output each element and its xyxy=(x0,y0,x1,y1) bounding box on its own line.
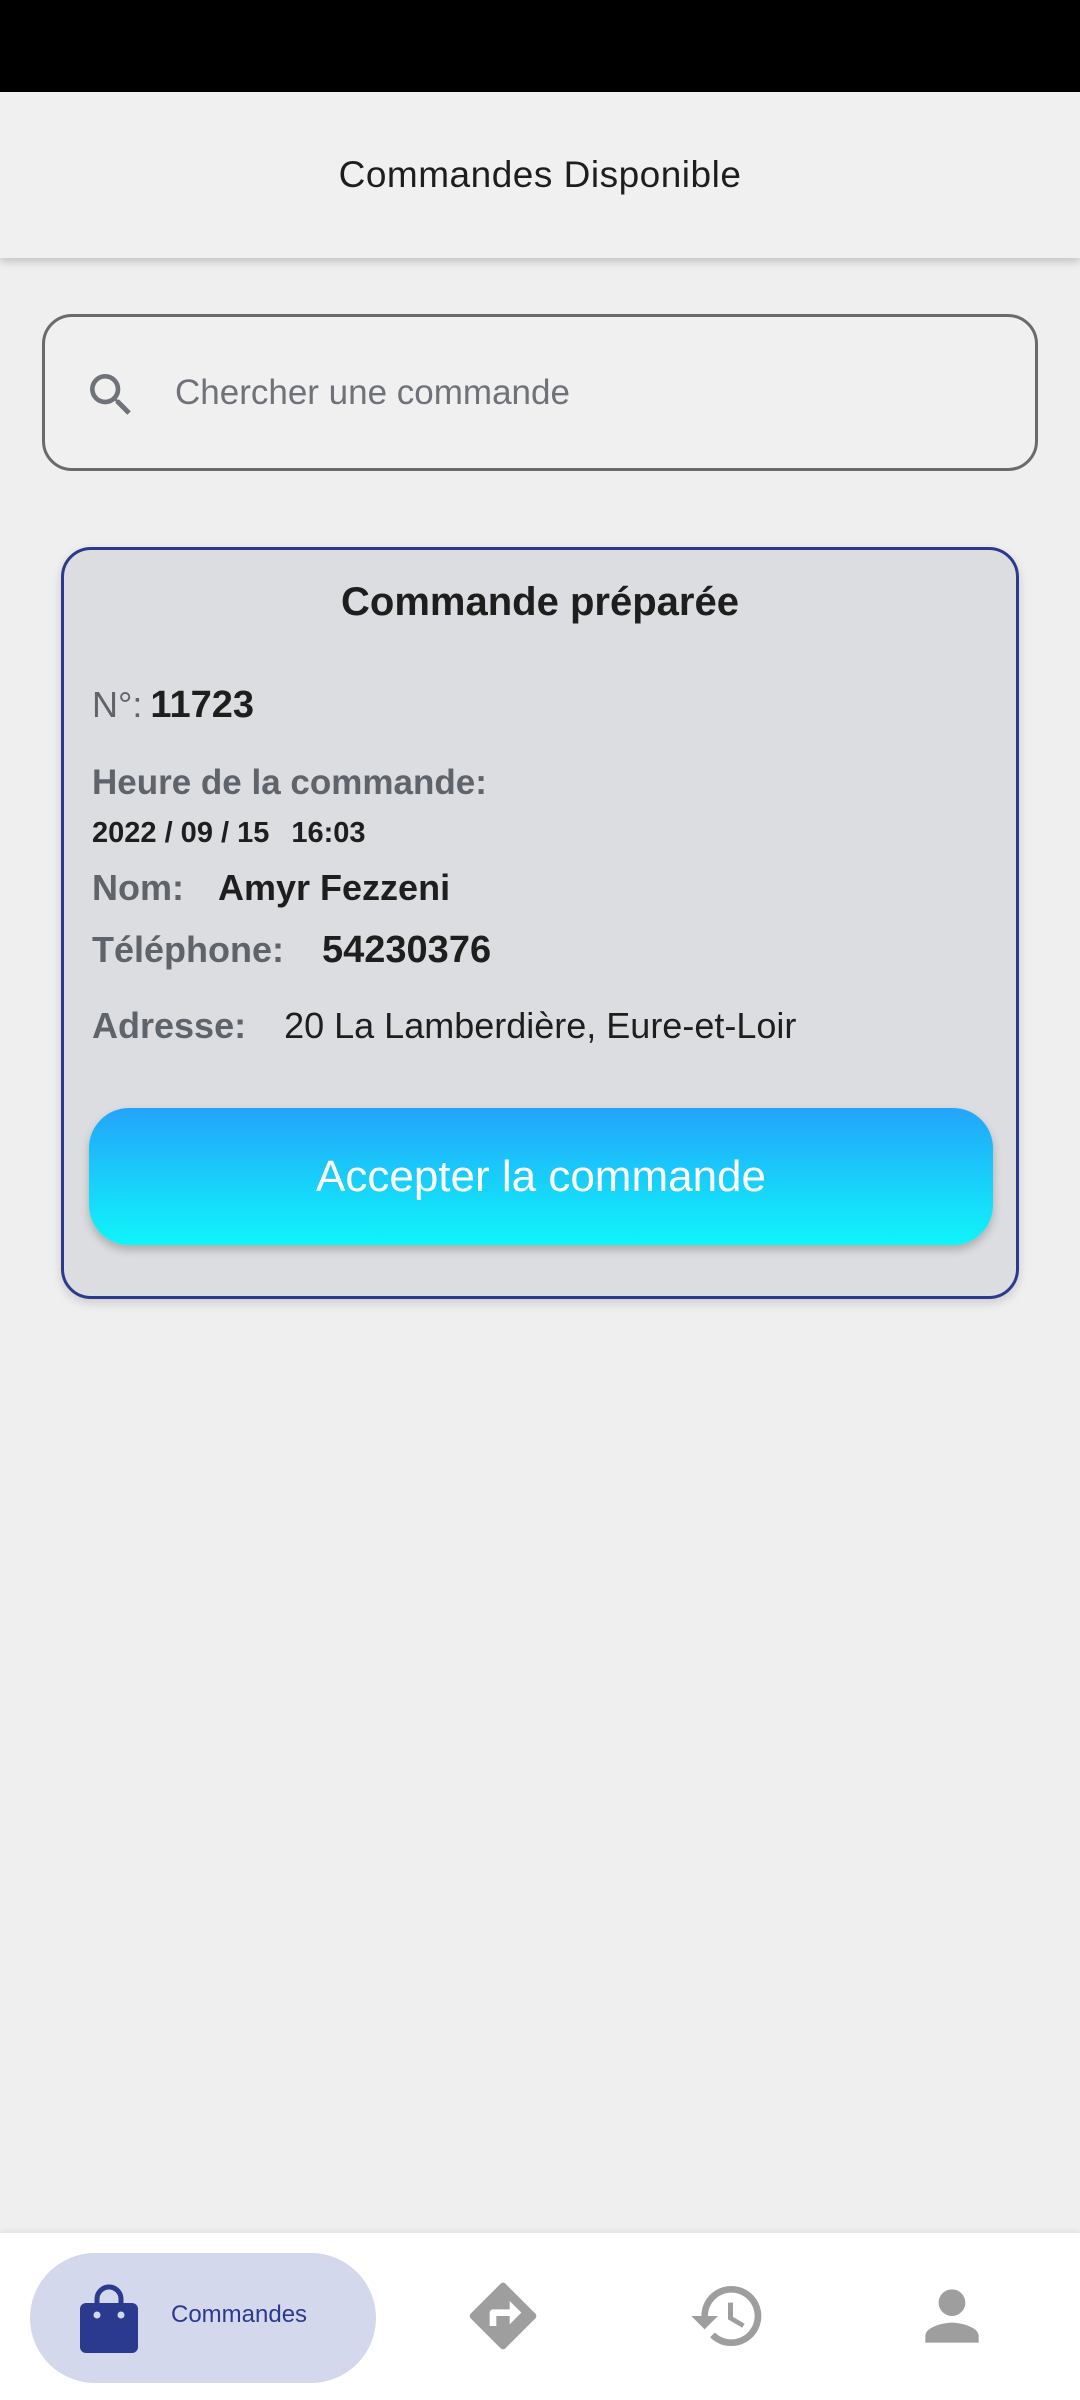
order-number-value: 11723 xyxy=(150,684,254,726)
customer-phone-label: Téléphone: xyxy=(92,929,285,970)
customer-address-row: Adresse: 20 La Lamberdière, Eure-et-Loir xyxy=(92,1005,796,1047)
accept-order-button[interactable]: Accepter la commande xyxy=(89,1108,993,1245)
order-card: Commande préparée N°: 11723 Heure de la c… xyxy=(61,547,1019,1299)
search-icon xyxy=(90,374,131,415)
order-date-value: 2022 / 09 / 15 xyxy=(92,817,270,849)
customer-name-label: Nom: xyxy=(92,867,184,908)
nav-item-commandes[interactable]: Commandes xyxy=(30,2253,376,2383)
nav-item-history[interactable] xyxy=(688,2276,768,2356)
order-time-label: Heure de la commande: xyxy=(92,763,487,802)
customer-address-label: Adresse: xyxy=(92,1005,247,1046)
app-header: Commandes Disponible xyxy=(0,92,1080,258)
nav-item-profile[interactable] xyxy=(912,2276,992,2356)
search-input[interactable] xyxy=(175,357,995,429)
search-bar[interactable] xyxy=(42,314,1038,471)
customer-name-value: Amyr Fezzeni xyxy=(218,867,451,908)
order-card-title: Commande préparée xyxy=(341,580,739,624)
directions-icon xyxy=(469,2282,537,2350)
customer-phone-value: 54230376 xyxy=(322,929,492,971)
order-number-label: N°: xyxy=(92,684,143,725)
history-icon xyxy=(691,2286,762,2346)
page-title: Commandes Disponible xyxy=(338,154,742,195)
shopping-bag-icon xyxy=(80,2284,138,2353)
customer-name-row: Nom: Amyr Fezzeni xyxy=(92,867,450,909)
order-number-row: N°: 11723 xyxy=(92,684,254,727)
order-time-row: 2022 / 09 / 15 16:03 xyxy=(92,817,366,850)
bottom-nav: Commandes xyxy=(0,2233,1080,2400)
person-icon xyxy=(925,2289,979,2343)
nav-item-directions[interactable] xyxy=(463,2276,543,2356)
customer-phone-row: Téléphone: 54230376 xyxy=(92,929,491,972)
nav-label-commandes: Commandes xyxy=(171,2301,308,2328)
order-time-value: 16:03 xyxy=(291,817,366,849)
status-bar xyxy=(0,0,1080,92)
customer-address-value: 20 La Lamberdière, Eure-et-Loir xyxy=(284,1005,797,1046)
